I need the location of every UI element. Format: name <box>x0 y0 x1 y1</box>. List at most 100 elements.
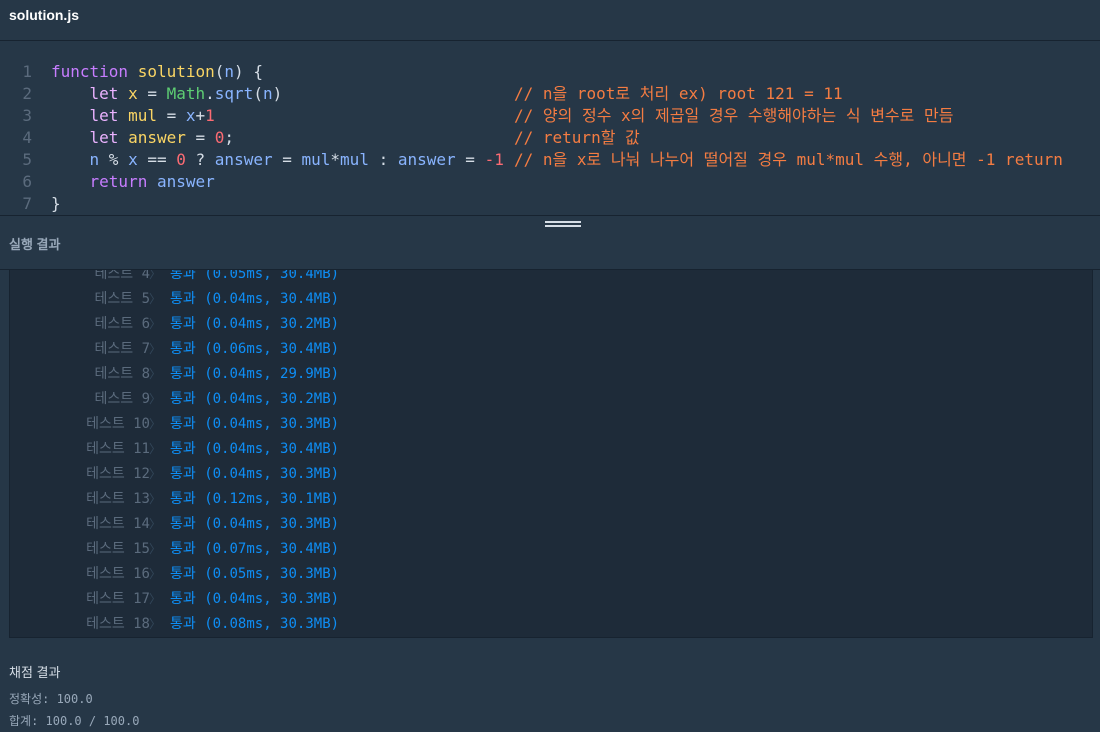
chevron-right-icon: 〉 <box>149 417 162 431</box>
code-line[interactable]: 4 let answer = 0; // return할 값 <box>0 127 1100 149</box>
code-token: answer <box>128 128 186 147</box>
code-token: ) <box>272 84 283 103</box>
test-result: 통과 (0.05ms, 30.3MB) <box>170 566 340 582</box>
chevron-right-icon: 〉 <box>149 492 162 506</box>
chevron-right-icon: 〉 <box>149 442 162 456</box>
code-token: answer <box>397 150 456 169</box>
test-result-row: 테스트 6 〉 통과 (0.04ms, 30.2MB) <box>10 312 1092 337</box>
test-result: 통과 (0.04ms, 30.2MB) <box>170 391 340 407</box>
test-result-row: 테스트 17 〉 통과 (0.04ms, 30.3MB) <box>10 587 1092 612</box>
chevron-right-icon: 〉 <box>149 342 162 356</box>
resize-handle-icon[interactable] <box>545 221 581 229</box>
code-text: let x = Math.sqrt(n) <box>51 83 283 105</box>
chevron-right-icon: 〉 <box>149 292 162 306</box>
panel-divider <box>0 215 1100 216</box>
code-token: n <box>224 62 235 81</box>
code-token: -1 <box>484 150 504 169</box>
code-token: x <box>185 106 196 125</box>
test-result-row: 테스트 16 〉 통과 (0.05ms, 30.3MB) <box>10 562 1092 587</box>
line-number: 5 <box>22 150 32 169</box>
test-result: 통과 (0.04ms, 29.9MB) <box>170 366 340 382</box>
test-result-row: 테스트 13 〉 통과 (0.12ms, 30.1MB) <box>10 487 1092 512</box>
code-token: let <box>89 84 129 103</box>
test-name: 테스트 17 <box>86 591 150 607</box>
code-token: let <box>89 106 129 125</box>
code-comment: // return할 값 <box>514 128 640 147</box>
code-comment: // n을 root로 처리 ex) root 121 = 11 <box>514 84 843 103</box>
test-result: 통과 (0.06ms, 30.4MB) <box>170 341 340 357</box>
line-number: 2 <box>22 84 32 103</box>
chevron-right-icon: 〉 <box>149 617 162 631</box>
code-token: n <box>89 150 100 169</box>
score-title: 채점 결과 <box>9 665 61 680</box>
line-number: 6 <box>22 172 32 191</box>
editor-tab-bar: solution.js <box>0 0 1100 41</box>
test-results-list[interactable]: 테스트 4 〉 통과 (0.05ms, 30.4MB) 테스트 5 〉 통과 (0.04m… <box>9 269 1093 638</box>
code-token: = <box>455 150 485 169</box>
test-result-row: 테스트 12 〉 통과 (0.04ms, 30.3MB) <box>10 462 1092 487</box>
code-text: return answer <box>51 171 215 193</box>
code-token: % <box>99 150 129 169</box>
test-result-row: 테스트 10 〉 통과 (0.04ms, 30.3MB) <box>10 412 1092 437</box>
line-number: 7 <box>22 194 32 213</box>
code-token: = <box>185 128 215 147</box>
code-token: function <box>51 62 138 81</box>
test-result: 통과 (0.04ms, 30.4MB) <box>170 441 340 457</box>
test-name: 테스트 6 <box>94 316 151 332</box>
code-token: mul <box>301 150 331 169</box>
run-result-title: 실행 결과 <box>9 237 61 252</box>
test-name: 테스트 7 <box>94 341 151 357</box>
code-token: mul <box>340 150 369 169</box>
code-token: = <box>137 84 167 103</box>
code-line[interactable]: 2 let x = Math.sqrt(n) // n을 root로 처리 ex)… <box>0 83 1100 105</box>
code-line[interactable]: 7} <box>0 193 1100 215</box>
test-result-row: 테스트 18 〉 통과 (0.08ms, 30.3MB) <box>10 612 1092 637</box>
test-result: 통과 (0.04ms, 30.3MB) <box>170 466 340 482</box>
code-token: * <box>330 150 341 169</box>
code-token: mul <box>128 106 157 125</box>
test-result-row: 테스트 15 〉 통과 (0.07ms, 30.4MB) <box>10 537 1092 562</box>
code-token: ? <box>185 150 215 169</box>
code-token: . <box>205 84 215 103</box>
test-name: 테스트 12 <box>86 466 150 482</box>
code-token: x <box>128 84 138 103</box>
test-name: 테스트 10 <box>86 416 150 432</box>
test-result: 통과 (0.04ms, 30.2MB) <box>170 316 340 332</box>
code-token: Math <box>166 84 206 103</box>
chevron-right-icon: 〉 <box>149 542 162 556</box>
code-token: solution <box>137 62 215 81</box>
code-token: ) { <box>234 62 263 81</box>
code-token: sqrt <box>214 84 254 103</box>
file-tab[interactable]: solution.js <box>9 7 79 23</box>
test-result-row: 테스트 4 〉 통과 (0.05ms, 30.4MB) <box>10 269 1092 287</box>
test-name: 테스트 9 <box>94 391 151 407</box>
code-line[interactable]: 6 return answer <box>0 171 1100 193</box>
code-token: ( <box>253 84 263 103</box>
test-name: 테스트 5 <box>94 291 151 307</box>
code-line[interactable]: 3 let mul = x+1 // 양의 정수 x의 제곱일 경우 수행해야하는… <box>0 105 1100 127</box>
code-text: let answer = 0; <box>51 127 235 149</box>
test-result-row: 테스트 9 〉 통과 (0.04ms, 30.2MB) <box>10 387 1092 412</box>
code-token: x <box>128 150 138 169</box>
chevron-right-icon: 〉 <box>149 269 162 281</box>
code-line[interactable]: 5 n % x == 0 ? answer = mul*mul : answer… <box>0 149 1100 171</box>
test-result: 통과 (0.12ms, 30.1MB) <box>170 491 340 507</box>
code-text: } <box>51 193 61 215</box>
code-token: return <box>89 172 157 191</box>
code-text: n % x == 0 ? answer = mul*mul : answer =… <box>51 149 504 171</box>
code-comment: // n을 x로 나눠 나누어 떨어질 경우 mul*mul 수행, 아니면 -… <box>514 150 1063 169</box>
code-line[interactable]: 1 function solution(n) { <box>0 61 1100 83</box>
code-token: = <box>156 106 186 125</box>
code-token: answer <box>156 172 215 191</box>
chevron-right-icon: 〉 <box>149 592 162 606</box>
code-token: ; <box>224 128 235 147</box>
chevron-right-icon: 〉 <box>149 567 162 581</box>
test-name: 테스트 11 <box>86 441 150 457</box>
code-token: : <box>368 150 398 169</box>
code-editor[interactable]: 1 function solution(n) {2 let x = Math.sq… <box>0 41 1100 216</box>
code-token: n <box>262 84 273 103</box>
